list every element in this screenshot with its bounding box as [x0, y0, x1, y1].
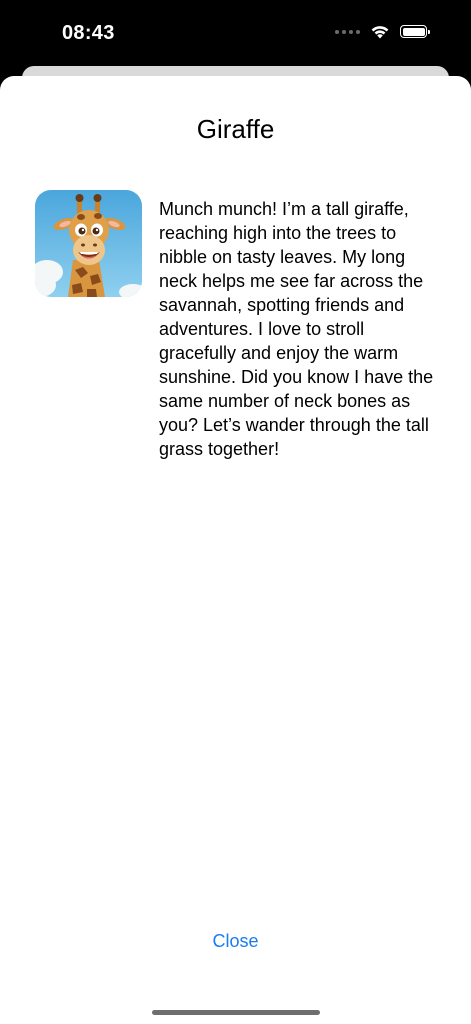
wifi-icon — [371, 26, 389, 39]
animal-detail-sheet: Giraffe Munch munch! I’m a tall giraffe,… — [0, 76, 471, 1024]
app-screen: 08:43 Giraffe Munch munch! I’m a tall gi… — [0, 0, 471, 1024]
close-button[interactable]: Close — [0, 931, 471, 952]
status-time: 08:43 — [62, 22, 115, 44]
status-bar: 08:43 — [0, 0, 471, 66]
animal-description: Munch munch! I’m a tall giraffe, reachin… — [159, 199, 434, 459]
home-indicator[interactable] — [152, 1010, 320, 1015]
sheet-title: Giraffe — [196, 114, 275, 144]
status-icons — [335, 24, 430, 39]
giraffe-icon — [35, 190, 142, 297]
signal-dots-icon — [335, 29, 360, 34]
battery-icon — [400, 25, 430, 38]
